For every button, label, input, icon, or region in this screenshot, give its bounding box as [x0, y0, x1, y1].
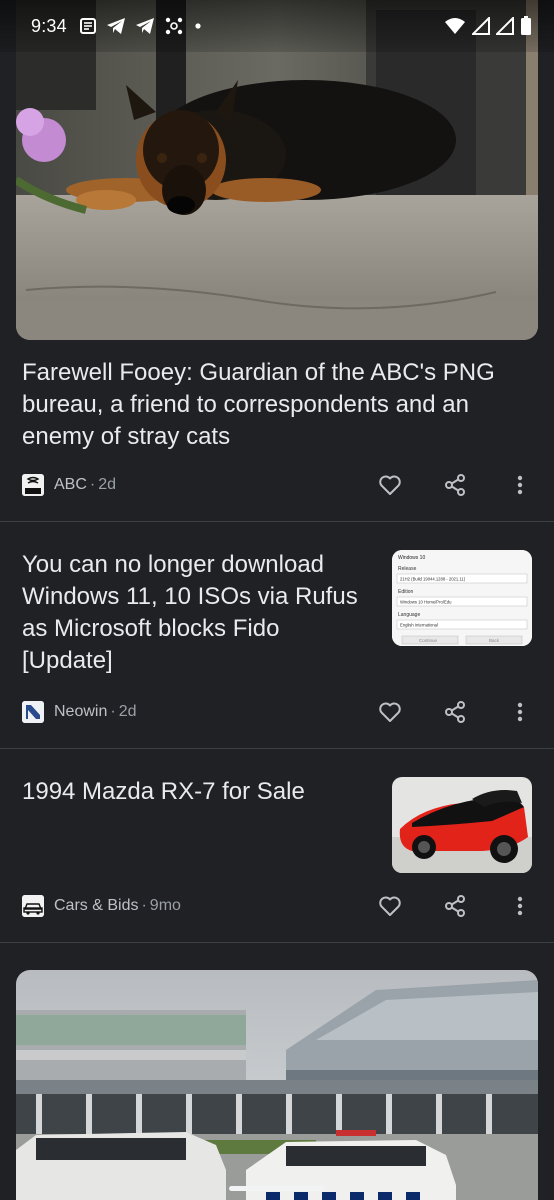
more-notifications-dot-icon: [193, 21, 203, 31]
notification-icons: [79, 16, 203, 36]
source-name[interactable]: Cars & Bids: [54, 897, 138, 915]
thumb-release-label: Release: [398, 566, 417, 572]
heart-icon[interactable]: [378, 894, 402, 918]
article-thumbnail-car[interactable]: [392, 777, 532, 873]
share-icon[interactable]: [443, 894, 467, 918]
thumb-language-value: English International: [400, 623, 438, 628]
discover-feed: 9:34 Farewell Fooey: Guardian of the ABC…: [0, 0, 554, 1200]
publish-age: 2d: [98, 476, 117, 493]
signal-icon: [472, 17, 490, 35]
meta-separator: ·: [141, 897, 147, 914]
source-name[interactable]: ABC: [54, 476, 87, 494]
battery-icon: [520, 16, 532, 36]
meta-separator: ·: [89, 476, 96, 493]
card-divider: [0, 521, 554, 522]
home-gesture-bar[interactable]: [229, 1186, 325, 1191]
signal-icon: [496, 17, 514, 35]
article-actions: [378, 473, 532, 497]
thumb-heading: Windows 10: [398, 555, 425, 561]
article-image-airport[interactable]: [16, 970, 538, 1200]
article-thumbnail[interactable]: Windows 10 Release 21H2 (Build 19044.128…: [392, 550, 532, 646]
neowin-logo: [22, 701, 44, 723]
system-icons: [444, 16, 532, 36]
thumb-release-value: 21H2 (Build 19044.1288 - 2021.11): [400, 577, 466, 582]
card-divider: [0, 942, 554, 943]
status-time: 9:34: [31, 15, 67, 36]
thumb-edition-value: Windows 10 Home/Pro/Edu: [400, 600, 452, 605]
article-title[interactable]: You can no longer download Windows 11, 1…: [22, 549, 372, 677]
article-meta: ABC · 2d: [22, 472, 532, 498]
article-actions: [378, 700, 532, 724]
thumb-edition-label: Edition: [398, 589, 414, 595]
share-icon[interactable]: [443, 700, 467, 724]
publish-age: 2d: [118, 703, 137, 720]
source-name[interactable]: Neowin: [54, 703, 107, 721]
app-notification-icon: [164, 16, 184, 36]
more-vert-icon[interactable]: [508, 894, 532, 918]
thumb-back: Back: [489, 638, 500, 643]
card-divider: [0, 748, 554, 749]
telegram-icon: [135, 17, 155, 35]
wifi-icon: [444, 17, 466, 35]
publish-age: 9mo: [149, 897, 181, 914]
share-icon[interactable]: [443, 473, 467, 497]
article-meta: Neowin · 2d: [22, 699, 532, 725]
article-meta: Cars & Bids · 9mo: [22, 893, 532, 919]
article-title[interactable]: Farewell Fooey: Guardian of the ABC's PN…: [22, 357, 522, 453]
thumb-language-label: Language: [398, 612, 420, 618]
more-vert-icon[interactable]: [508, 473, 532, 497]
article-title[interactable]: 1994 Mazda RX-7 for Sale: [22, 776, 372, 808]
meta-separator: ·: [110, 703, 116, 720]
abc-logo: [22, 474, 44, 496]
heart-icon[interactable]: [378, 700, 402, 724]
telegram-icon: [106, 17, 126, 35]
status-bar: 9:34: [0, 0, 554, 52]
more-vert-icon[interactable]: [508, 700, 532, 724]
news-notification-icon: [79, 17, 97, 35]
cars-and-bids-logo: [22, 895, 44, 917]
thumb-continue: Continue: [419, 638, 438, 643]
heart-icon[interactable]: [378, 473, 402, 497]
article-actions: [378, 894, 532, 918]
